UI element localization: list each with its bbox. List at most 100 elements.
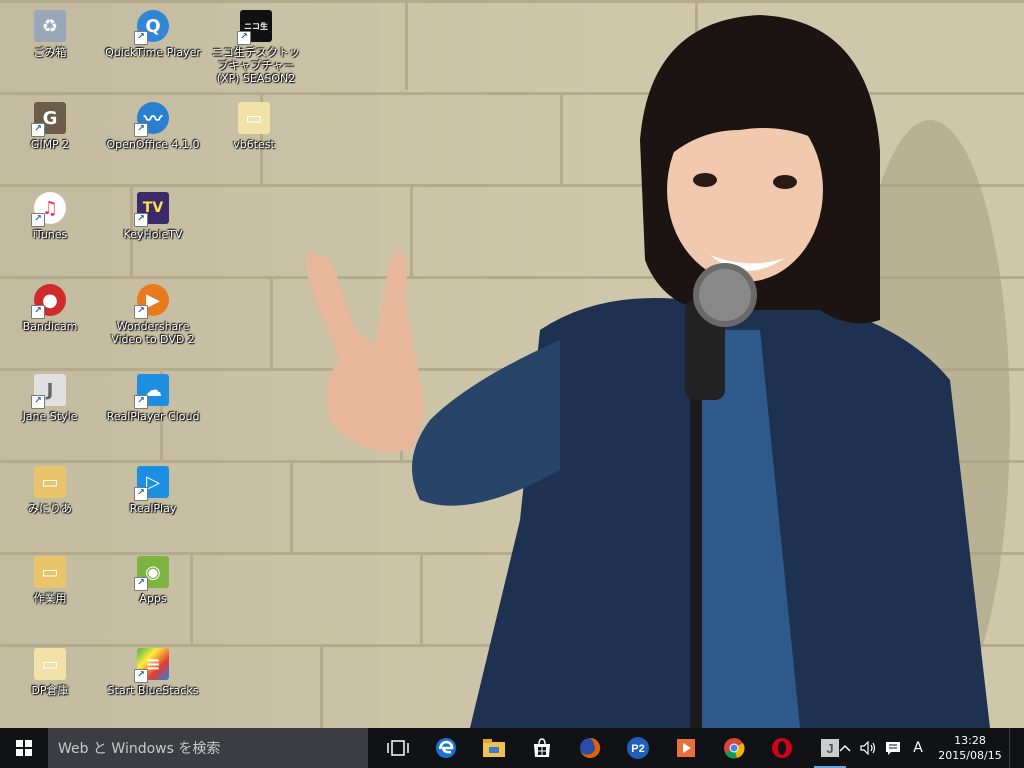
openoffice-shortcut[interactable]: 〰 ↗ OpenOffice 4.1.0 [105,96,201,182]
firefox-button[interactable] [566,728,614,768]
icon-label: RealPlayer Cloud [106,410,200,423]
itunes-shortcut[interactable]: ♫ ↗ iTunes [2,186,98,272]
folder-icon: ▭ [34,648,66,680]
shortcut-arrow-icon: ↗ [31,123,45,137]
icon-label: ニコ生デスクトップキャプチャー(XP) SEASON2 [212,46,300,85]
icon-label: KeyHoleTV [123,228,183,241]
folder-vb6test[interactable]: ▭ vb6test [206,96,302,182]
action-center-button[interactable] [881,728,905,768]
realplayer-cloud-icon: ☁ ↗ [134,374,169,409]
realplayer-cloud-shortcut[interactable]: ☁ ↗ RealPlayer Cloud [105,368,201,454]
clock[interactable]: 13:28 2015/08/15 [931,733,1009,763]
system-tray: A 13:28 2015/08/15 [833,728,1024,768]
icon-label: Jane Style [22,410,78,423]
p2-button[interactable]: P2 [614,728,662,768]
edge-button[interactable] [422,728,470,768]
search-input[interactable]: Web と Windows を検索 [48,728,368,768]
show-desktop-button[interactable] [1009,728,1024,768]
bluestacks-icon: ≡ ↗ [134,648,169,683]
shortcut-arrow-icon: ↗ [134,669,148,683]
shortcut-arrow-icon: ↗ [31,213,45,227]
firefox-icon [580,737,601,758]
taskbar: Web と Windows を検索 P2 J A 13:28 2015/08/1… [0,728,1024,768]
quicktime-shortcut[interactable]: Q ↗ QuickTime Player [105,4,201,90]
keyholetv-icon: TV ↗ [134,192,169,227]
icon-badge-text: ニコ生 [244,21,268,31]
folder-icon: ▭ [238,102,270,134]
icon-label: DP倉庫 [31,684,69,697]
icon-label: OpenOffice 4.1.0 [106,138,200,151]
icon-label: ごみ箱 [33,46,67,59]
gimp-icon: G ↗ [31,102,66,137]
shortcut-arrow-icon: ↗ [134,123,148,137]
ime-indicator[interactable]: A [905,728,931,768]
opera-button[interactable] [758,728,806,768]
realplay-icon: ▷ ↗ [134,466,169,501]
windows-logo-icon [16,740,32,756]
recycle-bin-shortcut[interactable]: ♻ ごみ箱 [2,4,98,90]
opera-icon [772,738,792,758]
jane-style-icon: J ↗ [31,374,66,409]
shortcut-arrow-icon: ↗ [237,31,251,45]
media-player-icon [677,739,695,757]
shortcut-arrow-icon: ↗ [134,213,148,227]
shortcut-arrow-icon: ↗ [134,577,148,591]
icon-label: iTunes [32,228,68,241]
icon-label: RealPlay [129,502,177,515]
edge-icon [436,738,456,758]
bandicam-shortcut[interactable]: ● ↗ Bandicam [2,278,98,364]
file-explorer-icon [483,739,505,757]
p2-icon: P2 [627,737,649,759]
task-view-button[interactable] [374,728,422,768]
android-apps-icon: ◉ ↗ [134,556,169,591]
start-button[interactable] [0,728,48,768]
clock-time: 13:28 [954,734,986,747]
wondershare-icon: ▶ ↗ [134,284,169,319]
icon-label: QuickTime Player [105,46,201,59]
store-button[interactable] [518,728,566,768]
icon-label: 作業用 [33,592,67,605]
keyholetv-shortcut[interactable]: TV ↗ KeyHoleTV [105,186,201,272]
itunes-icon: ♫ ↗ [31,192,66,227]
niconama-capture-shortcut[interactable]: ニコ生 ↗ ニコ生デスクトップキャプチャー(XP) SEASON2 [206,4,306,90]
show-hidden-icons-button[interactable] [833,728,857,768]
volume-button[interactable] [857,728,881,768]
store-icon [534,738,550,757]
notification-icon [886,741,900,755]
openoffice-icon: 〰 ↗ [134,102,169,137]
speaker-icon [860,741,876,755]
realplay-shortcut[interactable]: ▷ ↗ RealPlay [105,460,201,546]
gimp-shortcut[interactable]: G ↗ GIMP 2 [2,96,98,182]
apps-shortcut[interactable]: ◉ ↗ Apps [105,550,201,636]
bluestacks-shortcut[interactable]: ≡ ↗ Start BlueStacks [105,642,201,728]
p2-icon-text: P2 [631,743,644,755]
folder-mikuria[interactable]: ▭ みにりあ [2,460,98,546]
shortcut-arrow-icon: ↗ [134,395,148,409]
shortcut-arrow-icon: ↗ [134,487,148,501]
search-placeholder: Web と Windows を検索 [58,741,221,757]
folder-sagyo[interactable]: ▭ 作業用 [2,550,98,636]
icon-label: Wondershare Video to DVD 2 [111,320,195,346]
folder-icon: ▭ [34,556,66,588]
chrome-icon [724,738,745,759]
bandicam-icon: ● ↗ [31,284,66,319]
jane-style-shortcut[interactable]: J ↗ Jane Style [2,368,98,454]
niconama-icon: ニコ生 ↗ [237,10,272,45]
wondershare-shortcut[interactable]: ▶ ↗ Wondershare Video to DVD 2 [105,278,201,364]
file-explorer-button[interactable] [470,728,518,768]
shortcut-arrow-icon: ↗ [31,395,45,409]
shortcut-arrow-icon: ↗ [134,305,148,319]
shortcut-arrow-icon: ↗ [134,31,148,45]
icon-label: みにりあ [28,502,72,515]
folder-icon: ▭ [34,466,66,498]
quicktime-icon: Q ↗ [134,10,169,45]
icon-label: Start BlueStacks [107,684,199,697]
chrome-button[interactable] [710,728,758,768]
icon-label: GIMP 2 [30,138,70,151]
shortcut-arrow-icon: ↗ [31,305,45,319]
media-player-button[interactable] [662,728,710,768]
recycle-bin-icon: ♻ [34,10,66,42]
folder-dp[interactable]: ▭ DP倉庫 [2,642,98,728]
icon-label: Bandicam [22,320,78,333]
icon-label: vb6test [233,138,275,151]
